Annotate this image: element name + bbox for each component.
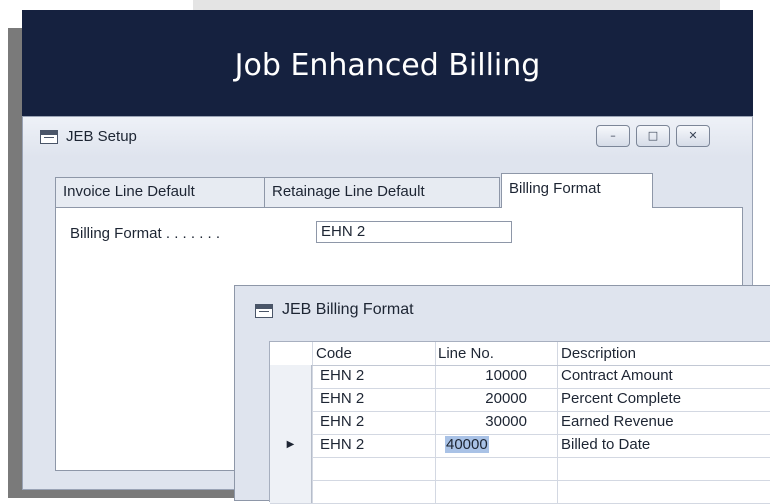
tab-invoice-line-default[interactable]: Invoice Line Default	[55, 177, 265, 207]
close-icon: ✕	[688, 129, 698, 142]
table-row[interactable]: EHN 2 10000 Contract Amount	[270, 365, 770, 389]
window-icon	[40, 130, 58, 144]
billing-format-label: Billing Format . . . . . . .	[70, 225, 221, 242]
table-row[interactable]: ▶ EHN 2 40000 Billed to Date	[270, 434, 770, 458]
cell-line-no-selected[interactable]: 40000	[445, 436, 489, 453]
slide-shadow-left	[8, 28, 22, 498]
table-row[interactable]: EHN 2 30000 Earned Revenue	[270, 411, 770, 435]
jeb-setup-titlebar[interactable]: JEB Setup – □ ✕	[23, 117, 752, 157]
cell-code[interactable]: EHN 2	[320, 390, 364, 407]
minimize-icon: –	[610, 129, 616, 142]
cell-description[interactable]: Percent Complete	[561, 390, 681, 407]
billing-format-titlebar[interactable]: JEB Billing Format	[235, 286, 770, 334]
row-selector[interactable]	[270, 457, 312, 480]
jeb-setup-title: JEB Setup	[66, 128, 137, 145]
cell-description[interactable]: Earned Revenue	[561, 413, 674, 430]
row-selector[interactable]	[270, 480, 312, 503]
table-row-empty[interactable]	[270, 480, 770, 504]
maximize-icon: □	[647, 129, 659, 142]
column-header-code[interactable]: Code	[316, 345, 352, 362]
title-banner: Job Enhanced Billing	[22, 10, 753, 116]
close-button[interactable]: ✕	[676, 125, 710, 147]
billing-format-input[interactable]: EHN 2	[316, 221, 512, 243]
tab-billing-format[interactable]: Billing Format	[501, 173, 653, 208]
table-row-empty[interactable]	[270, 457, 770, 481]
window-icon	[255, 304, 273, 318]
row-selector[interactable]	[270, 411, 312, 434]
row-selector[interactable]	[270, 365, 312, 388]
column-header-description[interactable]: Description	[561, 345, 636, 362]
banner-title: Job Enhanced Billing	[234, 48, 541, 83]
cell-code[interactable]: EHN 2	[320, 367, 364, 384]
backdrop-strip	[193, 0, 720, 10]
billing-format-grid: Code Line No. Description EHN 2 10000 Co…	[269, 341, 770, 504]
cell-code[interactable]: EHN 2	[320, 436, 364, 453]
cell-line-no[interactable]: 10000	[415, 367, 527, 384]
minimize-button[interactable]: –	[596, 125, 630, 147]
tab-retainage-line-default[interactable]: Retainage Line Default	[264, 177, 500, 207]
cell-code[interactable]: EHN 2	[320, 413, 364, 430]
table-row[interactable]: EHN 2 20000 Percent Complete	[270, 388, 770, 412]
current-row-arrow-icon: ▶	[286, 439, 295, 450]
cell-description[interactable]: Billed to Date	[561, 436, 650, 453]
row-selector[interactable]	[270, 388, 312, 411]
grid-header: Code Line No. Description	[270, 342, 770, 366]
maximize-button[interactable]: □	[636, 125, 670, 147]
cell-line-no[interactable]: 20000	[415, 390, 527, 407]
cell-description[interactable]: Contract Amount	[561, 367, 673, 384]
jeb-billing-format-window: JEB Billing Format Code Line No. Descrip…	[234, 285, 770, 504]
billing-format-title: JEB Billing Format	[282, 301, 414, 318]
row-selector[interactable]: ▶	[270, 434, 312, 457]
column-header-line-no[interactable]: Line No.	[438, 345, 494, 362]
cell-line-no[interactable]: 30000	[415, 413, 527, 430]
